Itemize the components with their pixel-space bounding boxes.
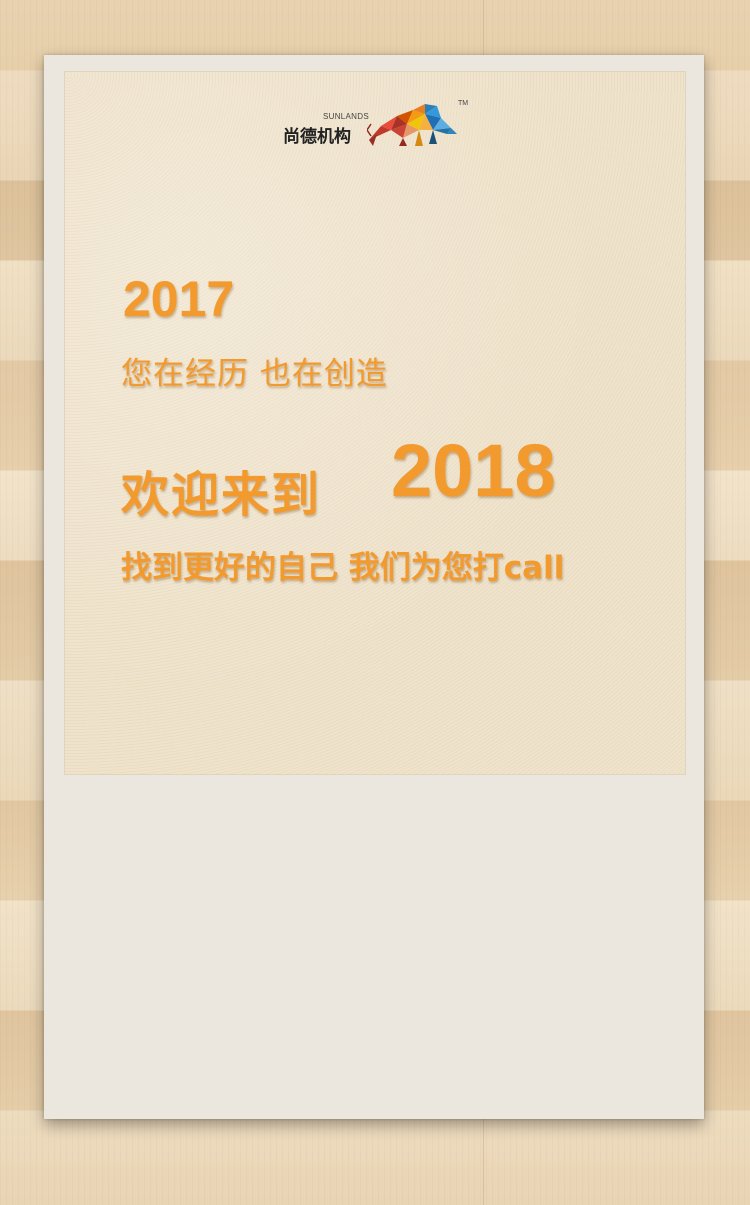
welcome-text: 欢迎来到 [121,467,322,523]
year-2018: 2018 [391,429,556,512]
logo-chinese-name: 尚德机构 [283,127,351,147]
poster-card: SUNLANDS 尚德机构 TM 2017 您在经历 也在创造 欢迎来到 201… [44,55,704,1119]
year-2017: 2017 [123,271,235,327]
poster-paper: SUNLANDS 尚德机构 TM 2017 您在经历 也在创造 欢迎来到 201… [64,71,686,775]
logo-english-name: SUNLANDS [323,112,369,121]
subtitle-past: 您在经历 也在创造 [121,356,388,392]
slogan-text: 找到更好的自己 我们为您打call [121,550,565,586]
trademark-mark: TM [458,100,469,107]
bull-icon [367,104,457,146]
sunlands-logo: SUNLANDS 尚德机构 TM [283,98,473,154]
